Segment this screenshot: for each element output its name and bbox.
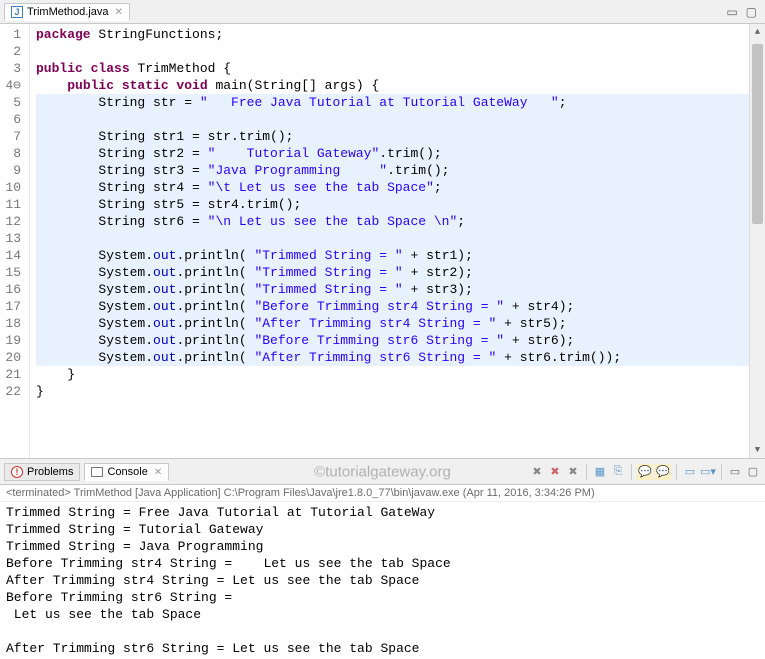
line-number: 5 [4, 94, 21, 111]
line-number: 19 [4, 332, 21, 349]
code-line[interactable]: System.out.println( "After Trimming str6… [36, 349, 765, 366]
tab-problems-label: Problems [27, 466, 73, 478]
code-line[interactable]: String str4 = "\t Let us see the tab Spa… [36, 179, 765, 196]
code-line[interactable] [36, 230, 765, 247]
java-file-icon: J [11, 6, 23, 18]
console-status: <terminated> TrimMethod [Java Applicatio… [0, 485, 765, 502]
code-line[interactable]: } [36, 366, 765, 383]
open-console-icon[interactable]: ▭ [682, 464, 698, 480]
tab-console[interactable]: Console ✕ [84, 463, 169, 481]
code-line[interactable]: String str6 = "\n Let us see the tab Spa… [36, 213, 765, 230]
code-line[interactable]: String str5 = str4.trim(); [36, 196, 765, 213]
code-line[interactable]: package StringFunctions; [36, 26, 765, 43]
tab-console-label: Console [107, 466, 147, 478]
code-line[interactable]: String str = " Free Java Tutorial at Tut… [36, 94, 765, 111]
panel-maximize-icon[interactable]: ▢ [745, 464, 761, 480]
code-line[interactable]: System.out.println( "Before Trimming str… [36, 332, 765, 349]
editor-scrollbar[interactable]: ▲ ▼ [749, 24, 765, 458]
minimize-icon[interactable]: ▭ [726, 5, 737, 19]
line-number-gutter: 1234⊖5678910111213141516171819202122 [0, 24, 30, 458]
editor-tab-trimmethod[interactable]: J TrimMethod.java ✕ [4, 3, 130, 21]
line-number: 10 [4, 179, 21, 196]
tab-problems[interactable]: ! Problems [4, 463, 80, 481]
code-line[interactable]: System.out.println( "After Trimming str4… [36, 315, 765, 332]
line-number: 15 [4, 264, 21, 281]
editor-tab-bar: J TrimMethod.java ✕ ▭ ▢ [0, 0, 765, 24]
code-line[interactable]: System.out.println( "Trimmed String = " … [36, 264, 765, 281]
scroll-thumb[interactable] [752, 44, 763, 224]
scroll-down-arrow[interactable]: ▼ [750, 442, 765, 458]
bottom-tab-bar: ! Problems Console ✕ ©tutorialgateway.or… [0, 459, 765, 485]
console-output[interactable]: Trimmed String = Free Java Tutorial at T… [0, 502, 765, 659]
code-line[interactable]: String str2 = " Tutorial Gateway".trim()… [36, 145, 765, 162]
code-line[interactable]: } [36, 383, 765, 400]
display-selected-icon[interactable]: 💬 [655, 464, 671, 480]
line-number: 12 [4, 213, 21, 230]
line-number: 8 [4, 145, 21, 162]
line-number: 3 [4, 60, 21, 77]
code-area[interactable]: package StringFunctions; public class Tr… [30, 24, 765, 458]
close-icon[interactable]: ✕ [154, 467, 162, 478]
line-number: 9 [4, 162, 21, 179]
code-line[interactable]: String str3 = "Java Programming ".trim()… [36, 162, 765, 179]
scroll-lock-icon[interactable]: ⎘ [610, 464, 626, 480]
scroll-up-arrow[interactable]: ▲ [750, 24, 765, 40]
code-line[interactable]: System.out.println( "Trimmed String = " … [36, 281, 765, 298]
line-number: 14 [4, 247, 21, 264]
code-line[interactable] [36, 111, 765, 128]
console-icon [91, 467, 103, 477]
code-line[interactable]: String str1 = str.trim(); [36, 128, 765, 145]
code-line[interactable]: System.out.println( "Before Trimming str… [36, 298, 765, 315]
line-number: 13 [4, 230, 21, 247]
line-number: 22 [4, 383, 21, 400]
editor-window-controls: ▭ ▢ [726, 5, 765, 19]
line-number: 4⊖ [4, 77, 21, 94]
code-line[interactable]: public static void main(String[] args) { [36, 77, 765, 94]
bottom-panel: ! Problems Console ✕ ©tutorialgateway.or… [0, 459, 765, 659]
line-number: 6 [4, 111, 21, 128]
pin-console-icon[interactable]: 💬 [637, 464, 653, 480]
line-number: 17 [4, 298, 21, 315]
console-toolbar: ✖ ✖ ✖ ▦ ⎘ 💬 💬 ▭ ▭▾ ▭ ▢ [529, 464, 761, 480]
line-number: 18 [4, 315, 21, 332]
remove-launch-icon[interactable]: ✖ [529, 464, 545, 480]
maximize-icon[interactable]: ▢ [746, 5, 757, 19]
code-line[interactable]: public class TrimMethod { [36, 60, 765, 77]
line-number: 11 [4, 196, 21, 213]
line-number: 7 [4, 128, 21, 145]
line-number: 16 [4, 281, 21, 298]
code-editor[interactable]: 1234⊖5678910111213141516171819202122 pac… [0, 24, 765, 459]
clear-console-icon[interactable]: ▦ [592, 464, 608, 480]
line-number: 1 [4, 26, 21, 43]
remove-all-icon[interactable]: ✖ [547, 464, 563, 480]
watermark-text: ©tutorialgateway.org [314, 463, 451, 480]
panel-minimize-icon[interactable]: ▭ [727, 464, 743, 480]
code-line[interactable]: System.out.println( "Trimmed String = " … [36, 247, 765, 264]
line-number: 21 [4, 366, 21, 383]
line-number: 20 [4, 349, 21, 366]
problems-icon: ! [11, 466, 23, 478]
code-line[interactable] [36, 43, 765, 60]
new-console-icon[interactable]: ▭▾ [700, 464, 716, 480]
line-number: 2 [4, 43, 21, 60]
close-icon[interactable]: ✕ [115, 7, 123, 18]
editor-tab-label: TrimMethod.java [27, 6, 109, 18]
remove-all-terminated-icon[interactable]: ✖ [565, 464, 581, 480]
